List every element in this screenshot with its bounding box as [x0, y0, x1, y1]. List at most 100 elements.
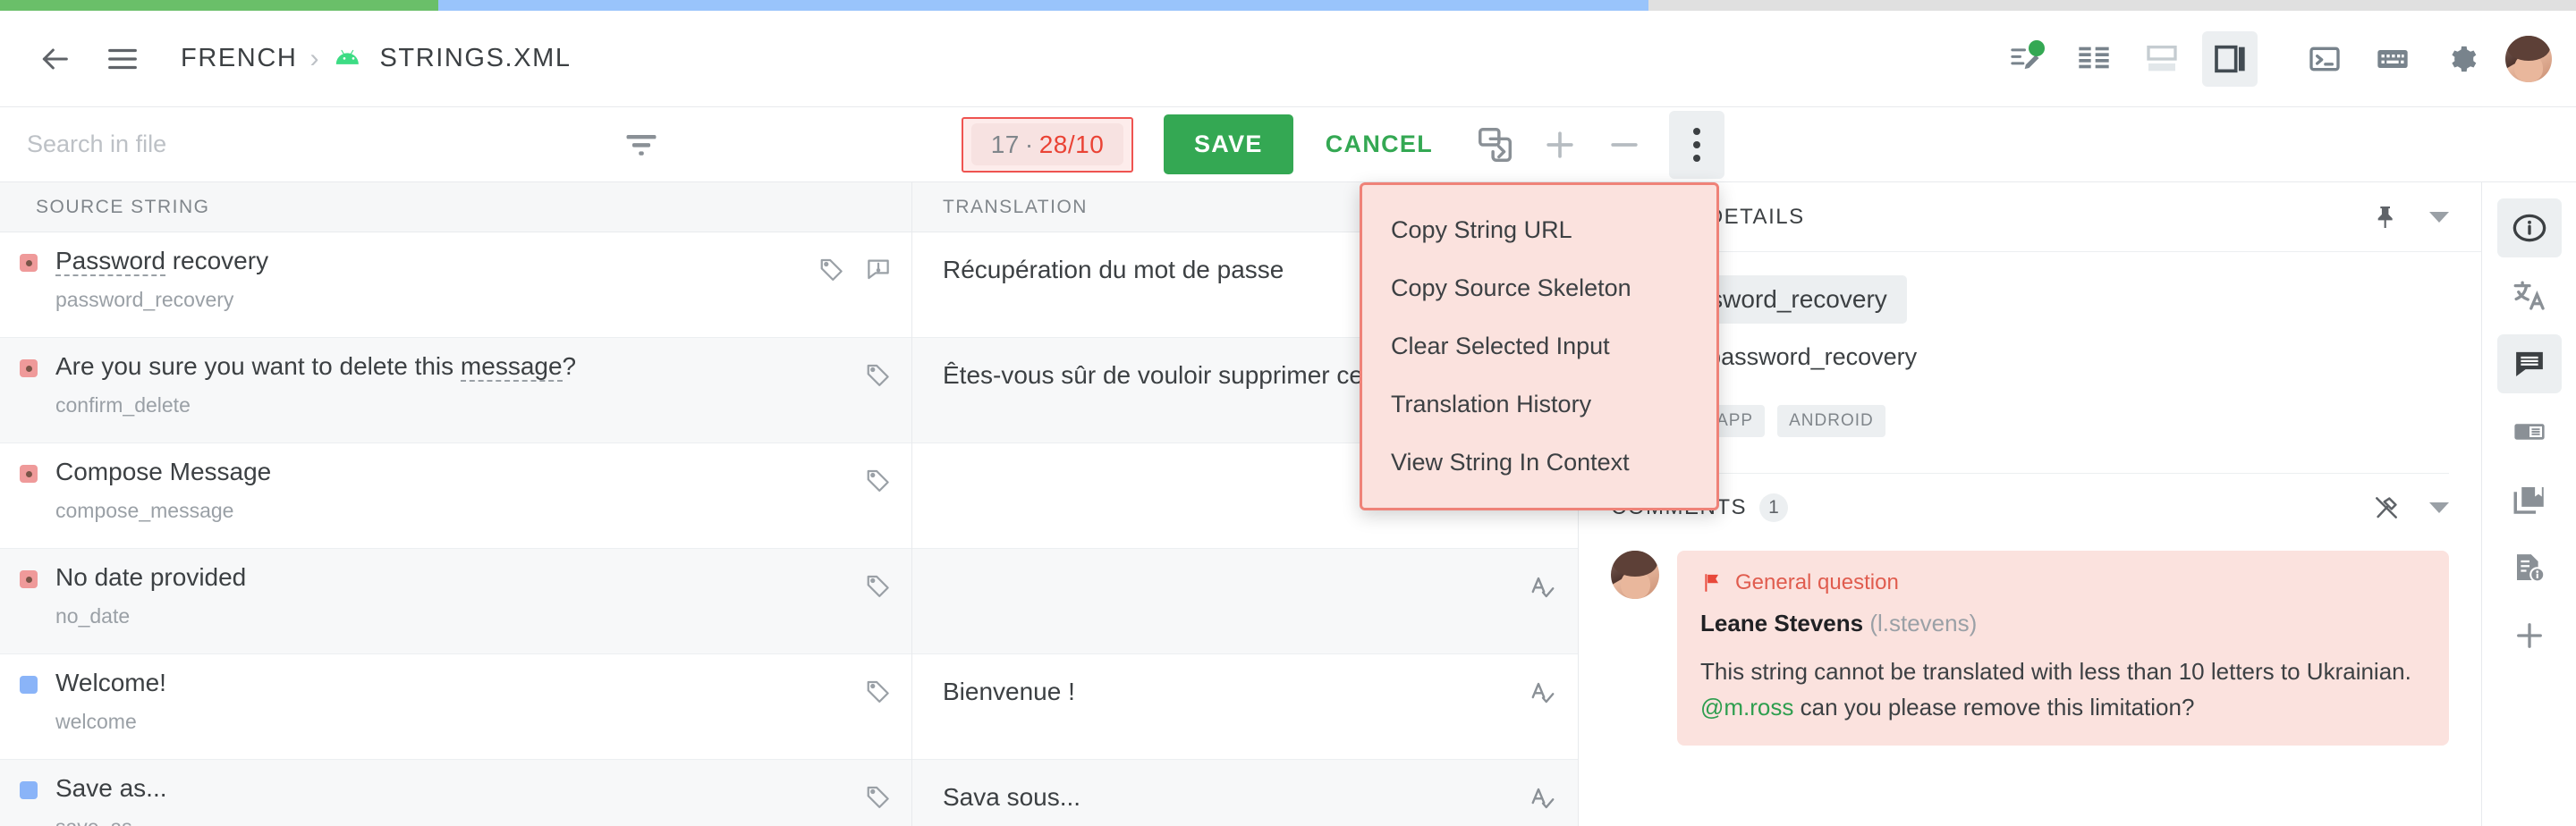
row-icon-group — [865, 783, 892, 810]
library-bookmark-icon — [2513, 487, 2544, 514]
dropdown-menu-item[interactable]: Copy Source Skeleton — [1362, 259, 1716, 317]
vertical-split-icon — [2215, 45, 2245, 73]
dropdown-items: Copy String URL Copy Source Skeleton Clear… — [1362, 201, 1716, 492]
table-row[interactable]: No date provided no_date — [0, 549, 911, 654]
rail-button-info[interactable] — [2496, 198, 2562, 257]
tag-icon[interactable] — [865, 678, 892, 704]
copy-to-device-button[interactable] — [1470, 120, 1521, 170]
horizontal-split-icon — [2147, 46, 2177, 72]
dropdown-menu-item[interactable]: View String In Context — [1362, 434, 1716, 492]
source-string-key: welcome — [55, 710, 137, 733]
rail-button-article[interactable] — [2497, 402, 2562, 461]
search-container — [0, 107, 684, 181]
pin-icon[interactable] — [2372, 203, 2401, 232]
details-title: STRING DETAILS — [1611, 204, 1805, 229]
comment-author-handle: (l.stevens) — [1869, 610, 1978, 636]
article-card-icon — [2513, 424, 2545, 440]
settings-button[interactable] — [2433, 31, 2488, 87]
comment-mention[interactable]: @m.ross — [1700, 694, 1793, 721]
status-badge — [20, 254, 38, 272]
header-left-group: FRENCH › STRINGS.XML — [0, 31, 572, 87]
spellcheck-icon[interactable] — [1530, 785, 1556, 812]
translation-row[interactable]: Sava sous... — [912, 760, 1578, 826]
unpin-icon[interactable] — [2372, 493, 2401, 522]
info-icon — [2512, 214, 2546, 242]
file-progress-bar — [0, 0, 2576, 11]
label-chip-android[interactable]: ANDROID — [1777, 405, 1885, 437]
translation-text[interactable]: Bienvenue ! — [912, 678, 1075, 706]
tag-icon[interactable] — [865, 572, 892, 599]
tag-icon[interactable] — [865, 783, 892, 810]
table-row[interactable]: Are you sure you want to delete this mes… — [0, 338, 911, 443]
status-badge — [20, 676, 38, 694]
header-right-toolbar — [1998, 11, 2556, 107]
rail-button-add[interactable] — [2497, 606, 2562, 665]
draft-edit-button[interactable] — [1998, 31, 2054, 87]
comment-alert-icon[interactable] — [865, 256, 892, 282]
translation-text[interactable]: Récupération du mot de passe — [912, 256, 1284, 284]
toolbar-actions: 17 · 28/10 SAVE CANCEL — [962, 107, 1725, 181]
spellcheck-icon[interactable] — [1530, 679, 1556, 706]
source-string-key: no_date — [55, 604, 131, 628]
breadcrumb-language[interactable]: FRENCH — [181, 44, 297, 73]
tag-icon[interactable] — [818, 256, 845, 282]
arrow-left-icon — [42, 48, 68, 69]
table-row[interactable]: Save as... save_as — [0, 760, 911, 826]
action-toolbar: 17·28/10 SAVE CANCEL — [0, 107, 2576, 182]
comment-type: General question — [1735, 570, 1899, 594]
more-options-button[interactable] — [1669, 110, 1725, 179]
row-icon-group — [865, 678, 892, 704]
source-cell: Welcome! welcome — [38, 667, 753, 734]
character-counter: 17 · 28/10 — [962, 116, 1133, 173]
source-cell: No date provided no_date — [38, 561, 753, 628]
dropdown-menu-item[interactable]: Copy String URL — [1362, 201, 1716, 259]
rail-button-library[interactable] — [2497, 470, 2562, 529]
decrease-button[interactable] — [1599, 120, 1649, 170]
cancel-button[interactable]: CANCEL — [1302, 114, 1456, 174]
dropdown-menu-item[interactable]: Translation History — [1362, 375, 1716, 434]
tag-icon[interactable] — [865, 467, 892, 493]
dropdown-menu-item[interactable]: Clear Selected Input — [1362, 317, 1716, 375]
keyboard-shortcuts-button[interactable] — [2365, 31, 2420, 87]
search-input[interactable] — [27, 131, 622, 158]
table-layout-button[interactable] — [2066, 31, 2122, 87]
hamburger-menu-button[interactable] — [95, 31, 150, 87]
comment-avatar — [1611, 551, 1659, 599]
translation-row[interactable]: Bienvenue ! — [912, 654, 1578, 760]
comment-author-name: Leane Stevens — [1700, 610, 1864, 636]
rail-button-translate[interactable] — [2497, 266, 2562, 325]
vertical-split-button[interactable] — [2202, 31, 2258, 87]
more-vertical-icon — [1693, 127, 1701, 135]
plus-icon — [1546, 131, 1573, 158]
table-row[interactable]: Password recovery password_recovery — [0, 232, 911, 338]
translation-column: TRANSLATION Récupération du mot de passe… — [912, 182, 1719, 826]
translation-text[interactable]: Sava sous... — [912, 783, 1080, 812]
increase-button[interactable] — [1535, 120, 1585, 170]
status-badge — [20, 465, 38, 483]
comments-chevron-down-icon[interactable] — [2429, 502, 2449, 513]
comments-count: 1 — [1759, 493, 1788, 522]
status-badge — [20, 570, 38, 588]
table-row[interactable]: Compose Message compose_message — [0, 443, 911, 549]
rail-button-comments[interactable] — [2496, 334, 2562, 393]
column-header-translation: TRANSLATION — [943, 196, 1088, 217]
filter-icon[interactable] — [622, 125, 661, 164]
translation-row[interactable] — [912, 549, 1578, 654]
source-rows-container: Password recovery password_recovery Are yo… — [0, 232, 911, 826]
source-string-text: Compose Message — [55, 458, 272, 485]
spellcheck-icon[interactable] — [1530, 574, 1556, 601]
user-avatar-button[interactable] — [2501, 31, 2556, 87]
tag-icon[interactable] — [865, 361, 892, 388]
counter-separator: · — [1024, 130, 1034, 158]
rail-button-document-info[interactable] — [2497, 538, 2562, 597]
table-row[interactable]: Welcome! welcome — [0, 654, 911, 760]
status-badge — [20, 359, 38, 377]
comment-text-before: This string cannot be translated with le… — [1700, 658, 2411, 685]
breadcrumb-file[interactable]: STRINGS.XML — [379, 44, 571, 73]
draft-status-badge — [2029, 40, 2045, 56]
save-button[interactable]: SAVE — [1164, 114, 1293, 174]
terminal-button[interactable] — [2297, 31, 2352, 87]
horizontal-split-button[interactable] — [2134, 31, 2190, 87]
chevron-down-icon[interactable] — [2429, 211, 2449, 223]
back-button[interactable] — [27, 31, 82, 87]
